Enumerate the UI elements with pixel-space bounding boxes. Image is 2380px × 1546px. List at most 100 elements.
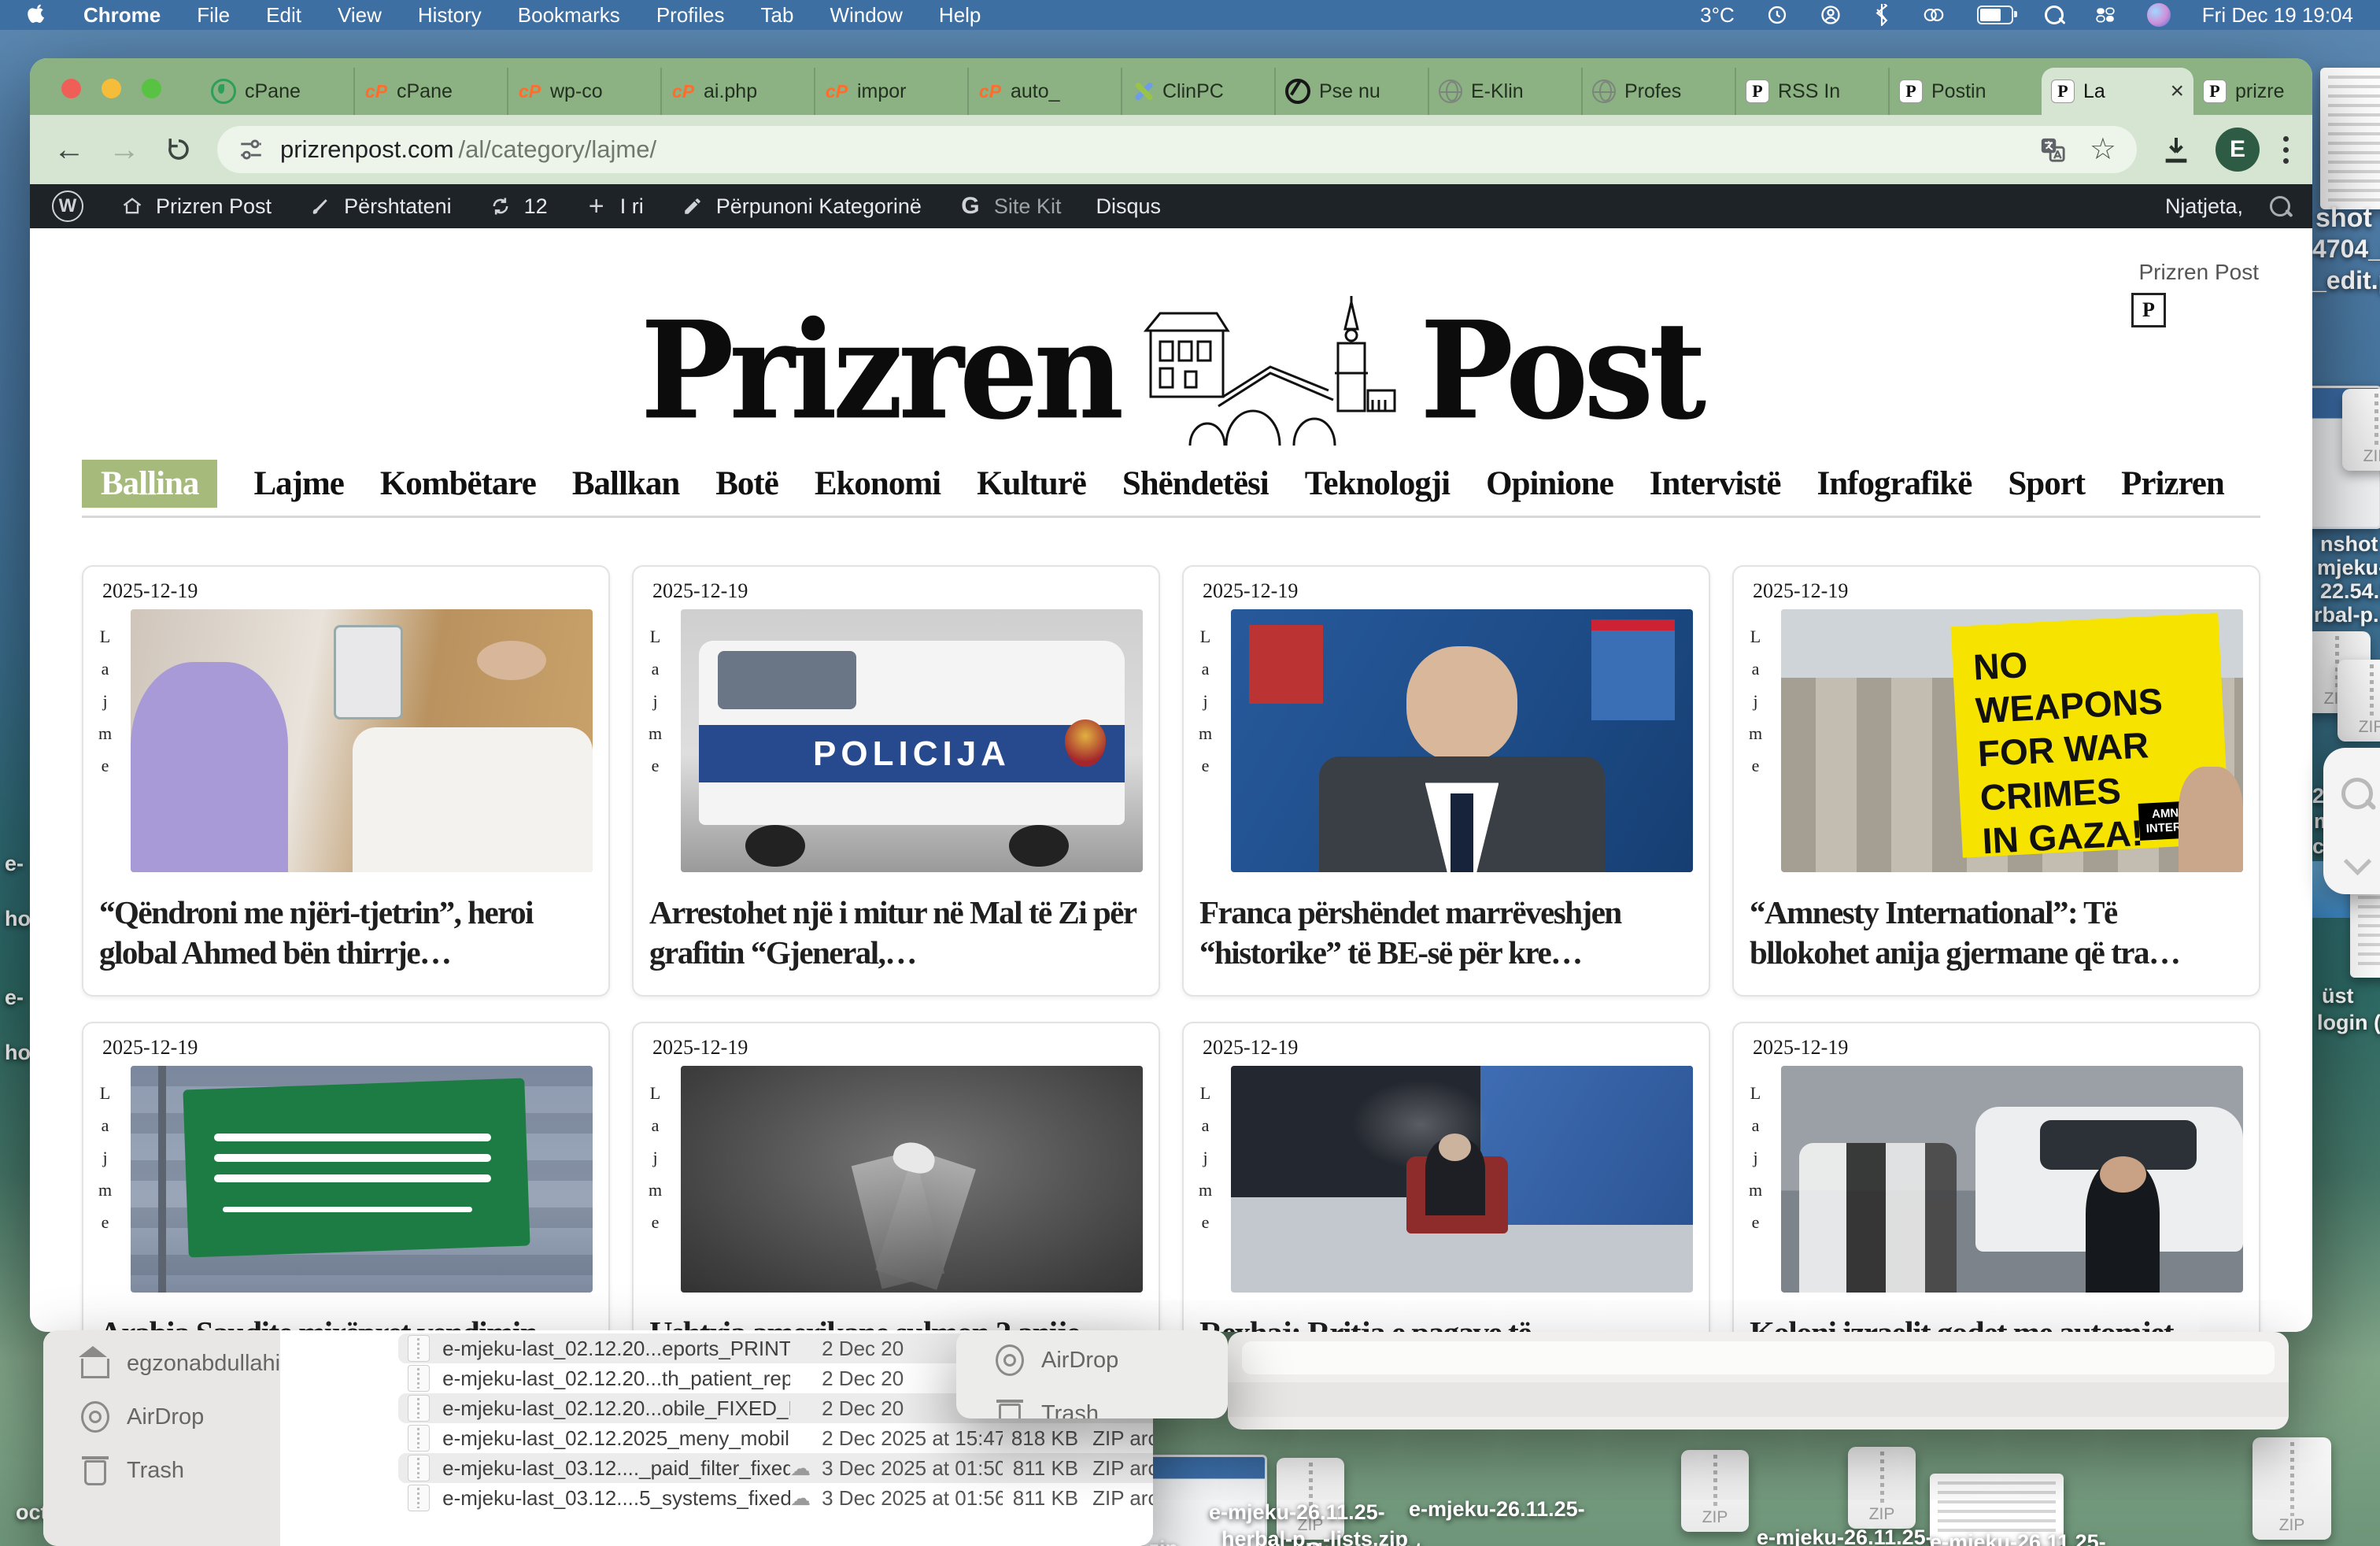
- desktop-file-label[interactable]: e-mjeku-26.11.25-: [1209, 1500, 1385, 1525]
- article-category[interactable]: Lajme: [1745, 627, 1765, 788]
- chevron-down-icon[interactable]: [2343, 848, 2371, 875]
- desktop-file-label[interactable]: e-mjeku-26.11.25-: [1409, 1497, 1585, 1522]
- tab-lajme-active[interactable]: PLa: [2042, 68, 2193, 115]
- menu-file[interactable]: File: [197, 3, 230, 28]
- desktop-file-label[interactable]: Screenshot: [1306, 1538, 1422, 1546]
- weather-temperature[interactable]: 3°C: [1700, 3, 1735, 28]
- wp-updates[interactable]: 12: [486, 192, 548, 220]
- floating-search-widget[interactable]: [2323, 748, 2380, 894]
- menu-view[interactable]: View: [338, 3, 382, 28]
- desktop-file-label[interactable]: 22.54.16: [2320, 579, 2380, 604]
- tab-auto[interactable]: cPauto_: [967, 68, 1121, 115]
- desktop-file-label[interactable]: ho: [5, 1041, 31, 1065]
- back-button[interactable]: [54, 132, 85, 168]
- article-image-strike-footage[interactable]: [681, 1066, 1143, 1293]
- sidebar-item-airdrop[interactable]: AirDrop: [996, 1333, 1228, 1387]
- tab-e-klin[interactable]: E-Klin: [1428, 68, 1581, 115]
- article-image-minister[interactable]: [1231, 609, 1693, 872]
- menu-chrome[interactable]: Chrome: [83, 3, 161, 28]
- search-icon[interactable]: [2341, 778, 2373, 809]
- tab-prizren[interactable]: Pprizre: [2193, 68, 2312, 115]
- time-machine-icon[interactable]: [1766, 4, 1788, 26]
- tab-cpanel[interactable]: cPcPane: [353, 68, 507, 115]
- wordpress-logo-icon[interactable]: W: [52, 190, 83, 222]
- article-category[interactable]: Lajme: [94, 1083, 115, 1245]
- article-card[interactable]: 2025-12-19 Lajme Koloni izraelit godet m…: [1732, 1022, 2260, 1332]
- wp-sitekit[interactable]: G Site Kit: [956, 192, 1062, 220]
- nav-kombetare[interactable]: Kombëtare: [380, 464, 536, 503]
- user-account-icon[interactable]: [1820, 4, 1842, 26]
- article-title[interactable]: “Amnesty International”: Të bllokohet an…: [1750, 893, 2237, 973]
- article-image-saudi-flag[interactable]: [131, 1066, 593, 1293]
- article-title[interactable]: Rexhaj: Rritja e pagave të: [1199, 1313, 1687, 1332]
- nav-ballina[interactable]: Ballina: [82, 460, 217, 508]
- finder-window-empty[interactable]: [1228, 1332, 2289, 1429]
- desktop-screenshot-thumbnail[interactable]: [2320, 68, 2380, 209]
- close-tab-icon[interactable]: [2170, 78, 2184, 105]
- sidebar-item-trash[interactable]: Trash: [81, 1444, 280, 1497]
- article-title[interactable]: Koloni izraelit godet me automjet: [1750, 1313, 2237, 1332]
- desktop-file-label[interactable]: shot: [2315, 203, 2372, 234]
- browser-menu-icon[interactable]: [2283, 136, 2289, 164]
- minimize-window-button[interactable]: [102, 79, 121, 98]
- close-window-button[interactable]: [61, 79, 81, 98]
- article-category[interactable]: Lajme: [645, 1083, 665, 1245]
- article-title[interactable]: Ushtria amerikane sulmon 2 anije: [649, 1313, 1136, 1332]
- article-card[interactable]: 2025-12-19 Lajme “Qëndroni me njëri-tjet…: [82, 565, 610, 997]
- wp-search-icon[interactable]: [2270, 196, 2290, 216]
- reload-button[interactable]: [164, 135, 194, 165]
- desktop-file-label[interactable]: e-mjeku-26.11.25-: [1757, 1526, 1933, 1546]
- article-category[interactable]: Lajme: [1195, 627, 1215, 788]
- address-bar[interactable]: prizrenpost.com/al/category/lajme/: [217, 126, 2137, 173]
- article-card[interactable]: 2025-12-19 Lajme Arabia Saudite mirëpret…: [82, 1022, 610, 1332]
- menu-profiles[interactable]: Profiles: [656, 3, 725, 28]
- desktop-file-label[interactable]: e-: [5, 852, 24, 876]
- article-title[interactable]: Franca përshëndet marrëveshjen “historik…: [1199, 893, 1687, 973]
- nav-opinione[interactable]: Opinione: [1486, 464, 1613, 503]
- nav-teknologji[interactable]: Teknologji: [1305, 464, 1450, 503]
- forward-button[interactable]: [109, 132, 140, 168]
- file-row[interactable]: e-mjeku-last_03.12....5_systems_fixed.zi…: [398, 1483, 1153, 1513]
- file-row[interactable]: e-mjeku-last_02.12.2025_meny_mobile.zip …: [398, 1423, 1153, 1453]
- control-center-icon[interactable]: [2095, 5, 2116, 25]
- nav-bote[interactable]: Botë: [715, 464, 778, 503]
- article-image-amnesty-poster[interactable]: NO WEAPONS FOR WAR CRIMES IN GAZA! AMNES…: [1781, 609, 2243, 872]
- menu-edit[interactable]: Edit: [266, 3, 301, 28]
- article-image-police-van[interactable]: POLICIJA: [681, 609, 1143, 872]
- nav-shendetesi[interactable]: Shëndetësi: [1122, 464, 1269, 503]
- article-card[interactable]: 2025-12-19 Lajme NO WEAPONS FOR WAR CRIM…: [1732, 565, 2260, 997]
- tab-cpanel[interactable]: cPane: [201, 68, 353, 115]
- desktop-zip-file[interactable]: ZIP: [2342, 389, 2380, 471]
- desktop-zip-file[interactable]: ZIP: [1681, 1450, 1749, 1532]
- article-category[interactable]: Lajme: [94, 627, 115, 788]
- article-title[interactable]: Arrestohet një i mitur në Mal të Zi për …: [649, 893, 1136, 973]
- menu-help[interactable]: Help: [939, 3, 981, 28]
- file-row[interactable]: e-mjeku-last_03.12...._paid_filter_fixed…: [398, 1453, 1153, 1483]
- wp-new[interactable]: +I ri: [582, 192, 644, 220]
- nav-infografike[interactable]: Infografikë: [1817, 464, 1972, 503]
- wp-disqus[interactable]: Disqus: [1096, 194, 1161, 219]
- menu-bookmarks[interactable]: Bookmarks: [518, 3, 620, 28]
- link-chain-icon[interactable]: [1922, 5, 1946, 25]
- downloads-icon[interactable]: [2160, 134, 2192, 165]
- article-card[interactable]: 2025-12-19 Lajme Franca përshëndet marrë…: [1182, 565, 1710, 997]
- article-card[interactable]: 2025-12-19 Lajme Rexhaj: Rritja e pagave…: [1182, 1022, 1710, 1332]
- nav-ballkan[interactable]: Ballkan: [572, 464, 679, 503]
- wp-edit-category[interactable]: Përpunoni Kategorinë: [678, 192, 922, 220]
- desktop-zip-file[interactable]: ZIP: [2252, 1437, 2331, 1540]
- desktop-file-label[interactable]: ho: [5, 907, 31, 931]
- article-image-street-scene[interactable]: [1781, 1066, 2243, 1293]
- nav-sport[interactable]: Sport: [2008, 464, 2085, 503]
- nav-prizren[interactable]: Prizren: [2121, 464, 2224, 503]
- desktop-file-label[interactable]: mjeku-26.1: [2317, 556, 2380, 580]
- article-category[interactable]: Lajme: [1195, 1083, 1215, 1245]
- profile-avatar[interactable]: E: [2216, 128, 2260, 172]
- sidebar-item-trash[interactable]: Trash: [996, 1387, 1228, 1418]
- article-category[interactable]: Lajme: [645, 627, 665, 788]
- bluetooth-icon[interactable]: [1873, 4, 1890, 26]
- tab-profes[interactable]: Profes: [1581, 68, 1735, 115]
- battery-icon[interactable]: [1977, 6, 2013, 24]
- article-title[interactable]: Arabia Saudite mirëpret vendimin: [99, 1313, 586, 1332]
- wp-site-name[interactable]: Prizren Post: [118, 192, 272, 220]
- desktop-file-label[interactable]: nshot: [2320, 532, 2378, 557]
